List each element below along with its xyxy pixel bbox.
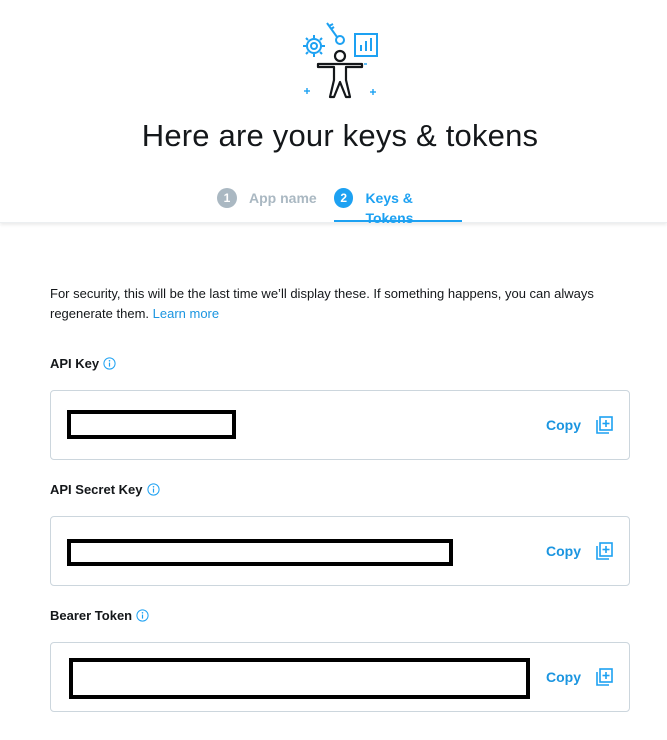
developer-illustration xyxy=(303,22,378,99)
api-secret-key-label: API Secret Key xyxy=(50,482,160,497)
security-notice-text: For security, this will be the last time… xyxy=(50,286,594,321)
copy-icon xyxy=(596,668,613,686)
chart-icon xyxy=(354,33,378,57)
step-app-name[interactable]: 1 App name xyxy=(217,188,317,222)
copy-bearer-token-button[interactable]: Copy xyxy=(546,665,614,689)
info-icon[interactable] xyxy=(146,483,160,496)
info-icon[interactable] xyxy=(103,357,116,370)
bearer-token-label: Bearer Token xyxy=(50,608,149,623)
field-label-text: API Secret Key xyxy=(50,482,143,497)
page-header: Here are your keys & tokens 1 App name 2… xyxy=(0,0,667,226)
step-keys-tokens[interactable]: 2 Keys & Tokens xyxy=(334,188,462,226)
copy-label: Copy xyxy=(546,417,581,433)
api-key-label: API Key xyxy=(50,356,116,371)
step-number: 2 xyxy=(334,188,354,208)
learn-more-link[interactable]: Learn more xyxy=(153,306,219,321)
copy-icon xyxy=(596,542,613,560)
key-icon xyxy=(326,22,345,45)
security-notice: For security, this will be the last time… xyxy=(50,284,650,324)
person-icon xyxy=(316,49,364,99)
redacted-value xyxy=(67,410,236,439)
copy-label: Copy xyxy=(546,543,581,559)
copy-api-secret-key-button[interactable]: Copy xyxy=(546,539,614,563)
step-label: App name xyxy=(249,190,317,206)
copy-icon xyxy=(596,416,613,434)
copy-label: Copy xyxy=(546,669,581,685)
copy-api-key-button[interactable]: Copy xyxy=(546,413,614,437)
gear-icon xyxy=(303,35,325,57)
page-title: Here are your keys & tokens xyxy=(141,118,539,153)
field-label-text: API Key xyxy=(50,356,100,371)
info-icon[interactable] xyxy=(136,609,149,622)
redacted-value xyxy=(67,539,453,566)
field-label-text: Bearer Token xyxy=(50,608,133,623)
step-number: 1 xyxy=(217,188,237,208)
stepper: 1 App name 2 Keys & Tokens xyxy=(0,188,667,226)
api-key-field: Copy xyxy=(50,390,630,460)
bearer-token-field: Copy xyxy=(50,642,630,712)
step-label: Keys & Tokens xyxy=(365,190,414,226)
api-secret-key-field: Copy xyxy=(50,516,630,586)
redacted-value xyxy=(69,658,530,699)
